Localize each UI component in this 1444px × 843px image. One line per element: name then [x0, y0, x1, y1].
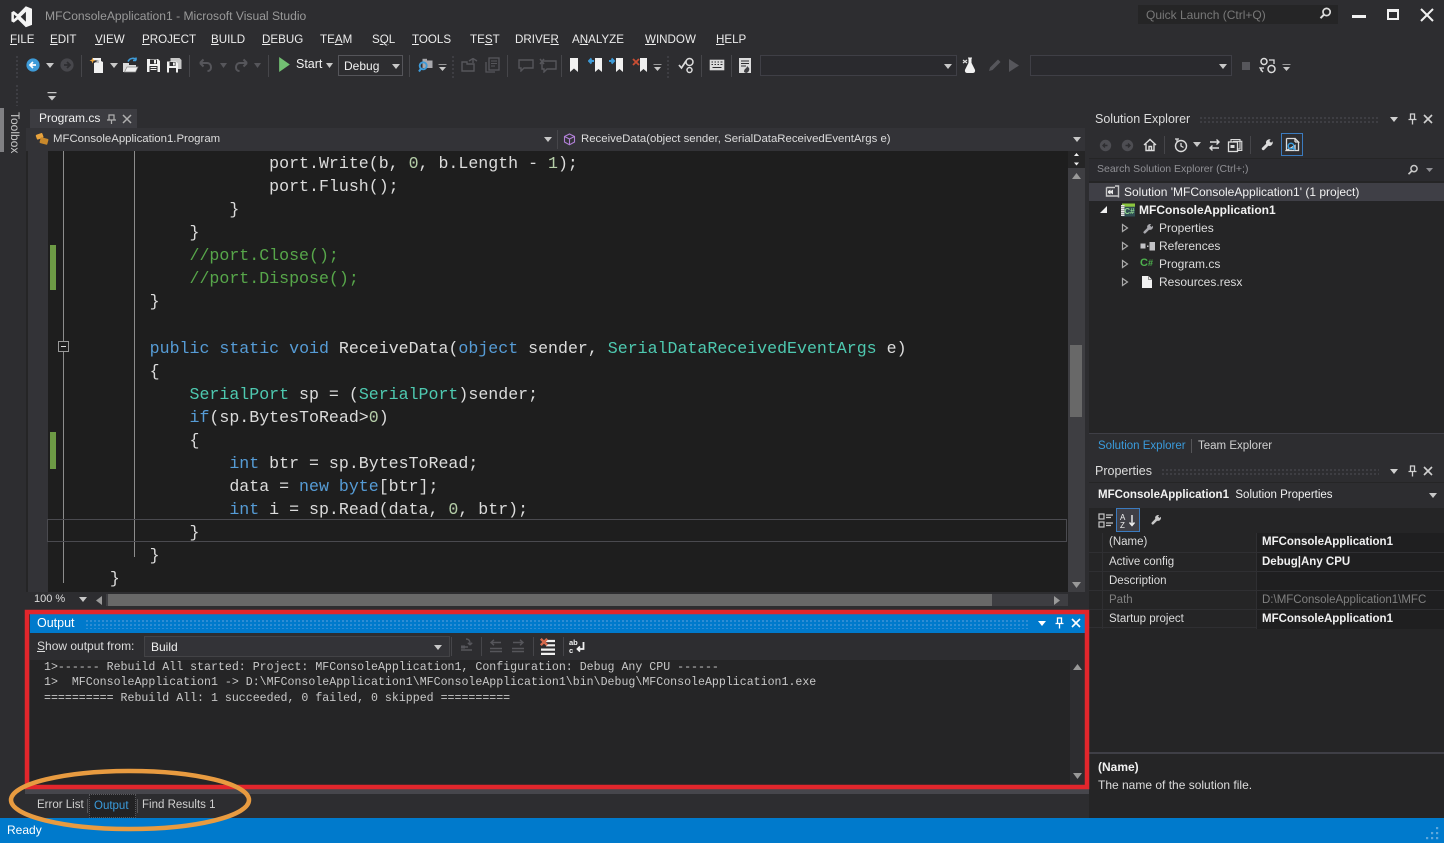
svg-text:C#: C# [1124, 207, 1135, 216]
svg-text:c: c [569, 646, 573, 655]
svg-text:Z: Z [1120, 521, 1125, 529]
